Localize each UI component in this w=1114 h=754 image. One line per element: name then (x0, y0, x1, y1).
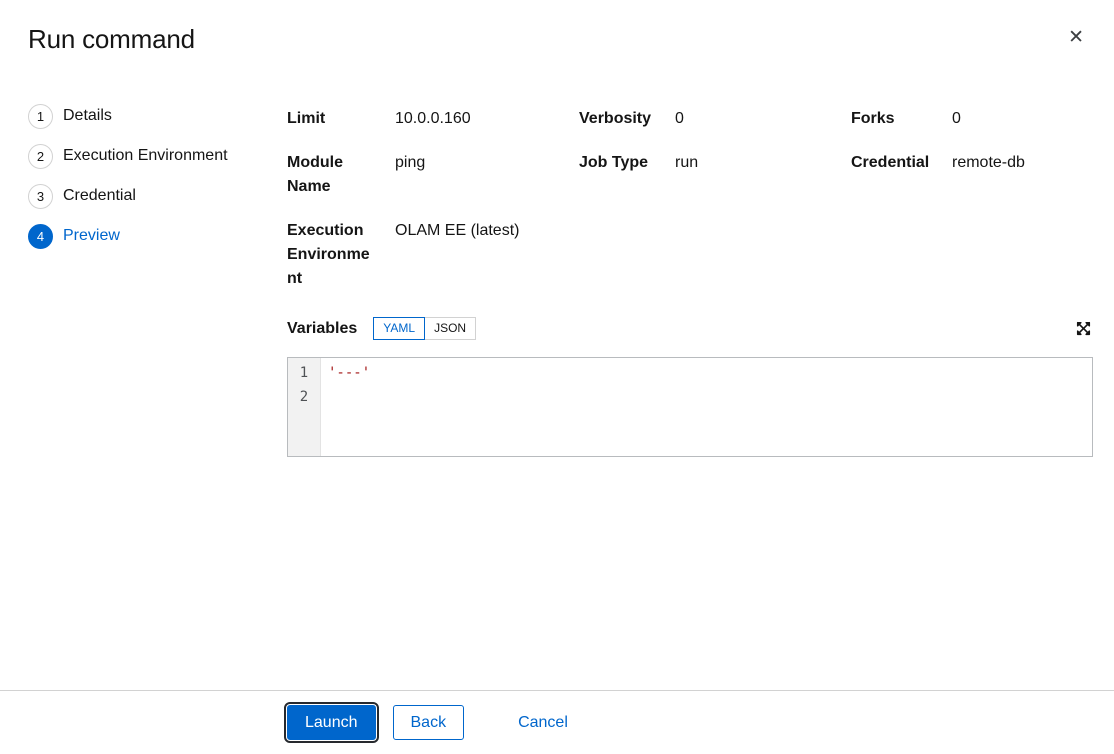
wizard-nav: 1 Details 2 Execution Environment 3 Cred… (0, 80, 246, 690)
yaml-toggle-button[interactable]: YAML (373, 317, 425, 340)
field-label: Execution Environment (287, 219, 379, 291)
wizard-footer: Launch Back Cancel (0, 690, 1114, 754)
step-number-badge: 3 (28, 184, 53, 209)
preview-details: Limit 10.0.0.160 Verbosity 0 Forks 0 Mod… (287, 107, 1093, 291)
preview-panel: Limit 10.0.0.160 Verbosity 0 Forks 0 Mod… (246, 80, 1114, 690)
step-label: Execution Environment (63, 147, 228, 165)
editor-code-area[interactable]: '---' (321, 358, 1092, 456)
code-line (328, 385, 1092, 409)
wizard-body: 1 Details 2 Execution Environment 3 Cred… (0, 80, 1114, 690)
step-label: Preview (63, 227, 120, 245)
field-label: Forks (851, 107, 936, 131)
field-value: 10.0.0.160 (395, 107, 563, 131)
launch-button[interactable]: Launch (287, 705, 376, 740)
field-label: Verbosity (579, 107, 659, 131)
step-number-badge: 4 (28, 224, 53, 249)
field-value: ping (395, 151, 563, 199)
code-line: '---' (328, 361, 1092, 385)
close-icon: ✕ (1068, 27, 1084, 48)
field-value: run (675, 151, 835, 199)
modal-header: Run command ✕ (0, 0, 1114, 80)
format-toggle-group: YAML JSON (373, 317, 476, 340)
expand-arrows-icon (1076, 321, 1091, 336)
field-value: OLAM EE (latest) (395, 219, 563, 291)
field-label: Credential (851, 151, 936, 199)
step-number-badge: 1 (28, 104, 53, 129)
variables-editor[interactable]: 1 2 '---' (287, 357, 1093, 457)
field-value: remote-db (952, 151, 1093, 199)
wizard-step-credential[interactable]: 3 Credential (28, 176, 234, 216)
cancel-button[interactable]: Cancel (510, 706, 576, 739)
field-label: Limit (287, 107, 379, 131)
wizard-step-details[interactable]: 1 Details (28, 96, 234, 136)
wizard-step-execution-environment[interactable]: 2 Execution Environment (28, 136, 234, 176)
field-label: Job Type (579, 151, 659, 199)
field-value: 0 (952, 107, 1093, 131)
field-value: 0 (675, 107, 835, 131)
page-title: Run command (28, 24, 1086, 55)
line-number: 1 (288, 361, 320, 385)
wizard-step-preview[interactable]: 4 Preview (28, 216, 234, 256)
line-number: 2 (288, 385, 320, 409)
editor-gutter: 1 2 (288, 358, 321, 456)
close-button[interactable]: ✕ (1062, 22, 1090, 53)
step-label: Credential (63, 187, 136, 205)
step-label: Details (63, 107, 112, 125)
field-label: Module Name (287, 151, 379, 199)
step-number-badge: 2 (28, 144, 53, 169)
run-command-modal: Run command ✕ 1 Details 2 Execution Envi… (0, 0, 1114, 754)
variables-header-row: Variables YAML JSON (287, 317, 1093, 340)
back-button[interactable]: Back (393, 705, 465, 740)
json-toggle-button[interactable]: JSON (424, 317, 476, 340)
variables-label: Variables (287, 320, 357, 338)
expand-button[interactable] (1074, 319, 1093, 338)
